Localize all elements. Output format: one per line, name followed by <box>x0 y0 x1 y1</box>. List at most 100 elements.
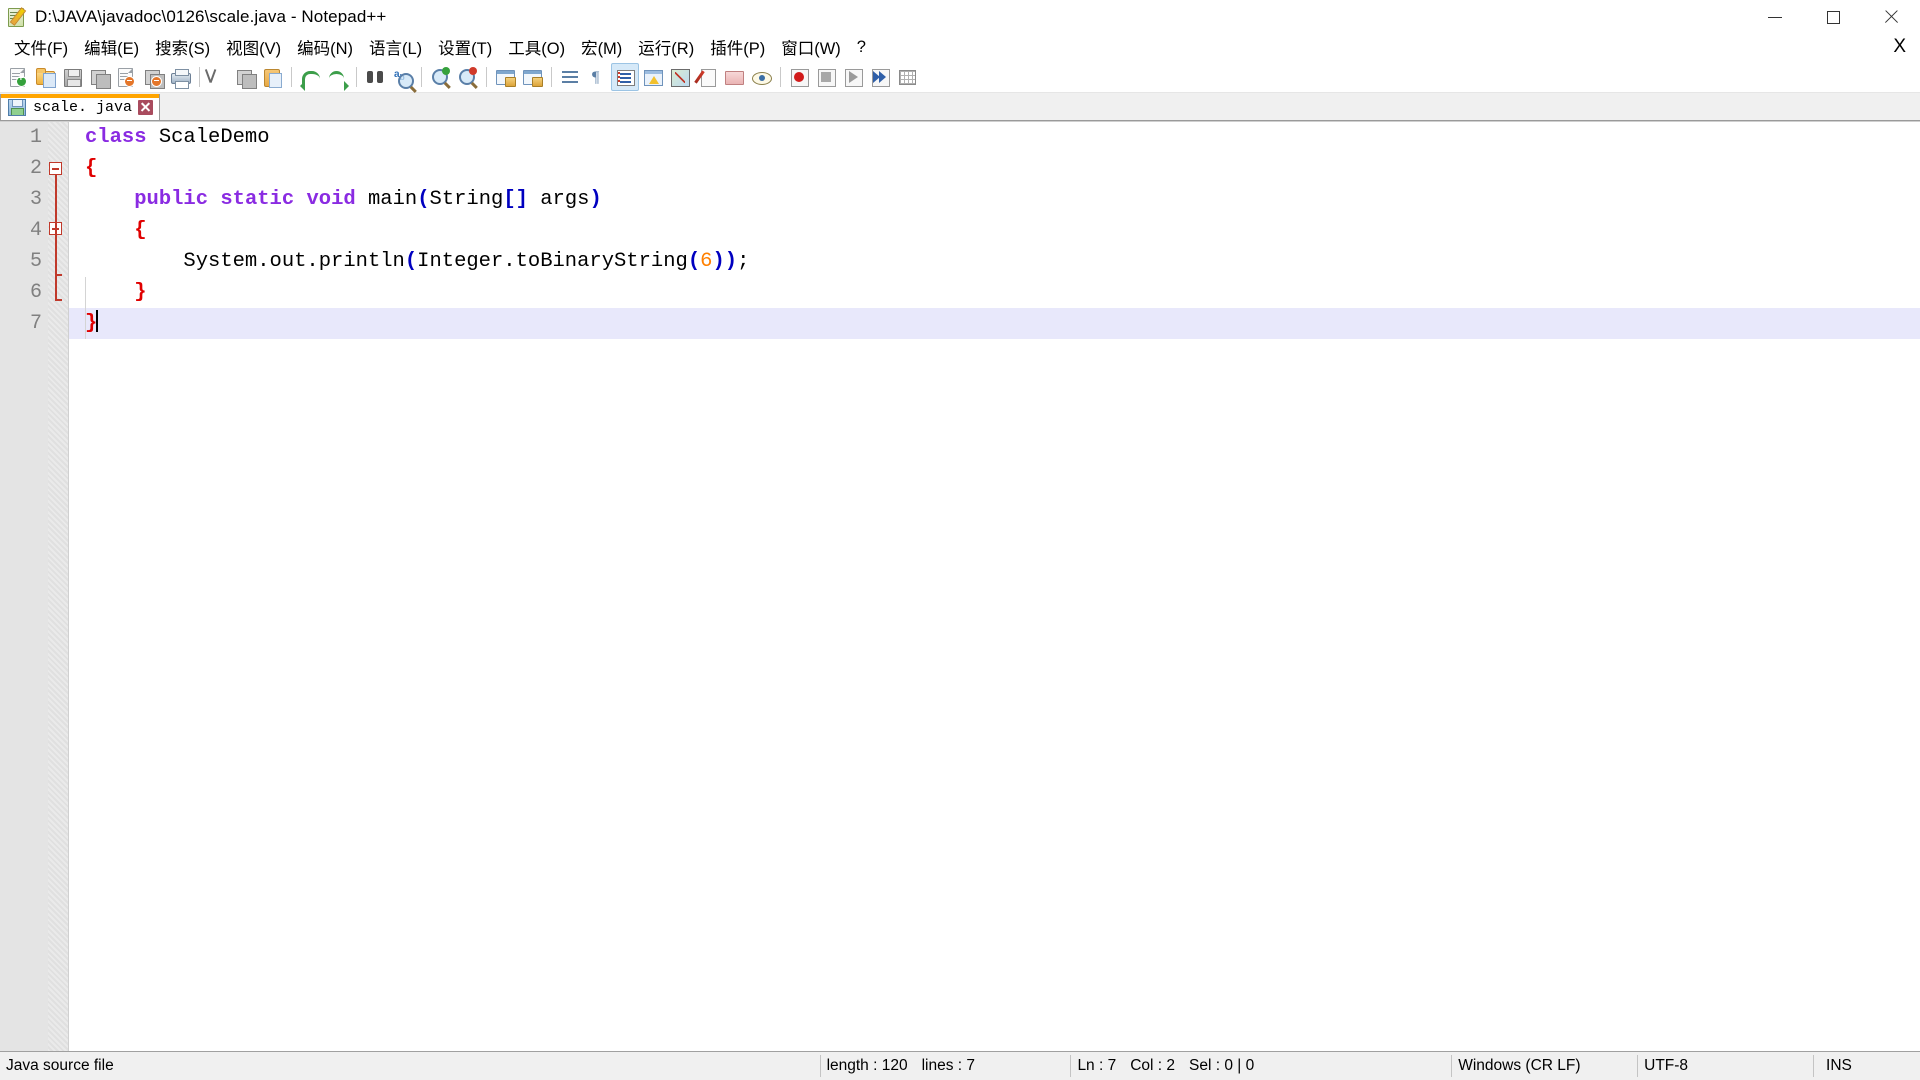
menu-encoding[interactable]: 编码(N) <box>289 33 361 62</box>
copy-button[interactable] <box>232 64 258 90</box>
restore-icon <box>1826 10 1840 24</box>
code-line-2[interactable]: { <box>69 153 1920 184</box>
saved-file-icon <box>8 98 26 116</box>
status-length: length : 120 <box>826 1057 908 1074</box>
close-document-button[interactable]: X <box>1893 36 1906 58</box>
save-button[interactable] <box>59 64 85 90</box>
code-token: args <box>527 188 590 211</box>
save-all-button[interactable] <box>86 64 112 90</box>
menu-macro[interactable]: 宏(M) <box>573 33 630 62</box>
monitoring-button[interactable] <box>748 64 774 90</box>
open-file-button[interactable] <box>32 64 58 90</box>
menu-view[interactable]: 视图(V) <box>218 33 289 62</box>
user-defined-dialog-button[interactable] <box>640 64 666 90</box>
menu-search[interactable]: 搜索(S) <box>147 33 218 62</box>
toolbar-separator <box>291 66 292 87</box>
replace-button[interactable]: ab <box>389 64 415 90</box>
close-file-button[interactable] <box>113 64 139 90</box>
macro-play-button[interactable] <box>840 64 866 90</box>
tab-scale-java[interactable]: scale. java <box>0 94 161 120</box>
code-token: ( <box>417 188 430 211</box>
macro-save-button[interactable] <box>894 64 920 90</box>
status-length-lines: length : 120 lines : 7 <box>821 1052 1071 1080</box>
code-line-1[interactable]: class ScaleDemo <box>69 122 1920 153</box>
macro-record-button[interactable] <box>786 64 812 90</box>
code-token: main <box>355 188 418 211</box>
find-button[interactable] <box>362 64 388 90</box>
toolbar-separator <box>551 66 552 87</box>
code-token: static <box>220 188 295 211</box>
menu-run[interactable]: 运行(R) <box>630 33 702 62</box>
text-caret <box>96 310 98 332</box>
menu-plugins[interactable]: 插件(P) <box>702 33 773 62</box>
paste-button[interactable] <box>259 64 285 90</box>
print-button[interactable] <box>167 64 193 90</box>
menu-language[interactable]: 语言(L) <box>361 33 430 62</box>
code-line-4[interactable]: { <box>69 215 1920 246</box>
fold-marker-line2[interactable] <box>49 162 62 175</box>
code-line-6[interactable]: } <box>69 277 1920 308</box>
code-line-3[interactable]: public static void main(String[] args) <box>69 184 1920 215</box>
zoom-out-button[interactable] <box>454 64 480 90</box>
new-file-button[interactable] <box>5 64 31 90</box>
line-number-gutter: 1 2 3 4 5 6 7 <box>0 122 69 1051</box>
status-doc-type: Java source file <box>6 1057 114 1074</box>
indent-guide <box>85 277 86 339</box>
code-token: [] <box>503 188 528 211</box>
code-line-5[interactable]: System.out.println(Integer.toBinaryStrin… <box>69 246 1920 277</box>
minimize-icon <box>1768 16 1782 18</box>
menu-tools[interactable]: 工具(O) <box>500 33 573 62</box>
status-eol[interactable]: Windows (CR LF) <box>1452 1052 1637 1080</box>
code-token: { <box>85 157 98 180</box>
cut-button[interactable] <box>205 64 231 90</box>
editor-area: 1 2 3 4 5 6 7 class ScaleDemo { public s… <box>0 121 1920 1051</box>
macro-stop-button[interactable] <box>813 64 839 90</box>
menu-window[interactable]: 窗口(W) <box>773 33 849 62</box>
macro-run-multiple-button[interactable] <box>867 64 893 90</box>
code-token: ( <box>404 250 418 273</box>
title-bar: D:\JAVA\javadoc\0126\scale.java - Notepa… <box>0 0 1920 34</box>
window-title: D:\JAVA\javadoc\0126\scale.java - Notepa… <box>35 7 387 26</box>
menu-help[interactable]: ? <box>849 36 874 60</box>
redo-button[interactable] <box>324 64 350 91</box>
tab-label: scale. java <box>33 98 133 116</box>
undo-button[interactable] <box>297 64 323 91</box>
sync-horizontal-scroll-button[interactable] <box>519 64 545 90</box>
window-controls <box>1746 0 1920 34</box>
code-token: ( <box>687 250 701 273</box>
word-wrap-button[interactable] <box>557 64 583 90</box>
close-tab-icon[interactable] <box>138 99 154 115</box>
menu-settings[interactable]: 设置(T) <box>430 33 500 62</box>
menu-edit[interactable]: 编辑(E) <box>76 33 147 62</box>
fold-end-line7 <box>55 299 62 301</box>
function-list-button[interactable] <box>694 64 720 90</box>
status-insert-mode[interactable]: INS <box>1814 1052 1920 1080</box>
status-bar: Java source file length : 120 lines : 7 … <box>0 1051 1920 1080</box>
close-button[interactable] <box>1862 0 1920 34</box>
show-all-characters-button[interactable]: ¶ <box>584 64 610 90</box>
status-position: Ln : 7 Col : 2 Sel : 0 | 0 <box>1071 1052 1451 1080</box>
toolbar-separator <box>780 66 781 87</box>
maximize-button[interactable] <box>1804 0 1862 34</box>
show-indent-guide-button[interactable] <box>611 62 639 91</box>
code-token: )) <box>712 250 738 273</box>
code-token: System.out.println <box>85 250 405 273</box>
folder-as-workspace-button[interactable] <box>721 64 747 90</box>
status-encoding[interactable]: UTF-8 <box>1638 1052 1813 1080</box>
document-map-button[interactable] <box>667 64 693 90</box>
code-line-7[interactable]: } <box>69 308 1920 339</box>
toolbar-separator <box>356 66 357 87</box>
close-all-files-button[interactable] <box>140 64 166 90</box>
fold-column[interactable] <box>48 122 68 1051</box>
menu-file[interactable]: 文件(F) <box>6 33 76 62</box>
minimize-button[interactable] <box>1746 0 1804 34</box>
sync-vertical-scroll-button[interactable] <box>492 64 518 90</box>
status-ln: Ln : 7 <box>1077 1057 1117 1074</box>
code-canvas[interactable]: class ScaleDemo { public static void mai… <box>69 122 1920 1051</box>
code-token: 6 <box>700 250 713 273</box>
zoom-in-button[interactable] <box>427 64 453 90</box>
